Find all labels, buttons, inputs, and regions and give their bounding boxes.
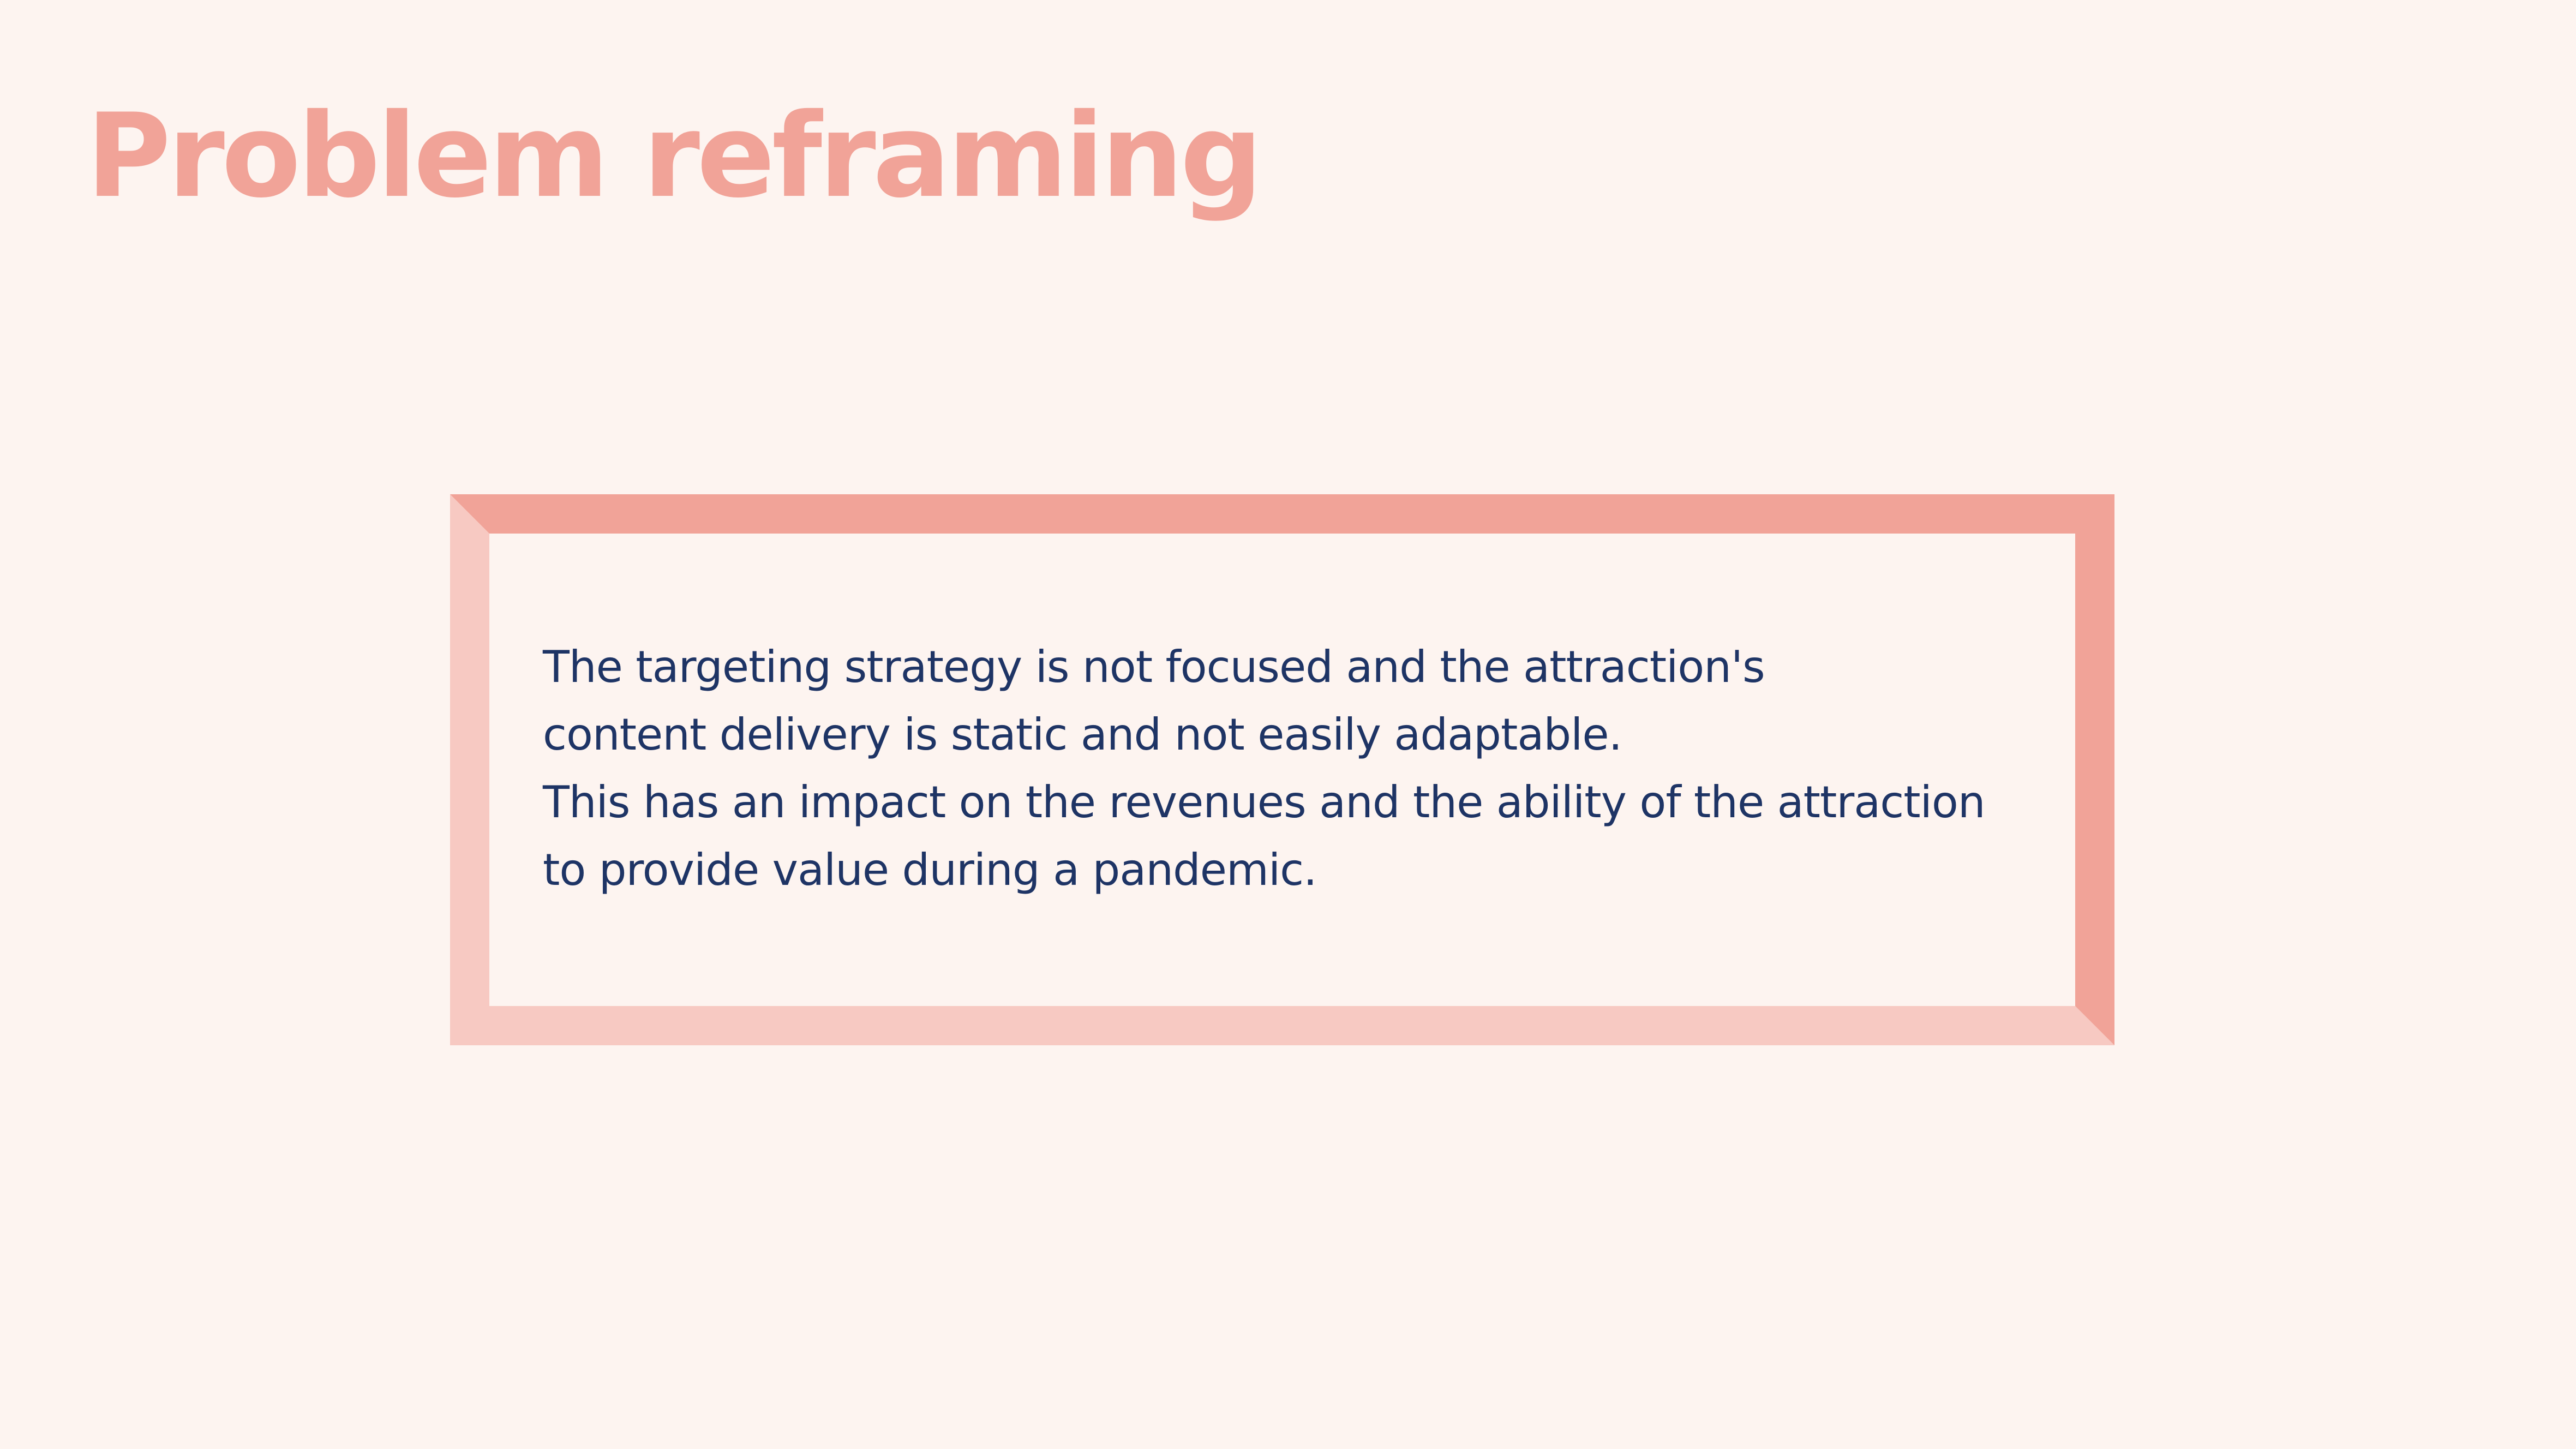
statement-line: This has an impact on the revenues and t… xyxy=(543,777,1986,828)
statement-line: to provide value during a pandemic. xyxy=(543,845,1317,895)
problem-statement: The targeting strategy is not focused an… xyxy=(543,633,2059,904)
statement-line: content delivery is static and not easil… xyxy=(543,709,1622,760)
statement-line: The targeting strategy is not focused an… xyxy=(543,642,1765,692)
statement-frame: The targeting strategy is not focused an… xyxy=(450,494,2114,1045)
slide-title: Problem reframing xyxy=(86,88,1263,223)
